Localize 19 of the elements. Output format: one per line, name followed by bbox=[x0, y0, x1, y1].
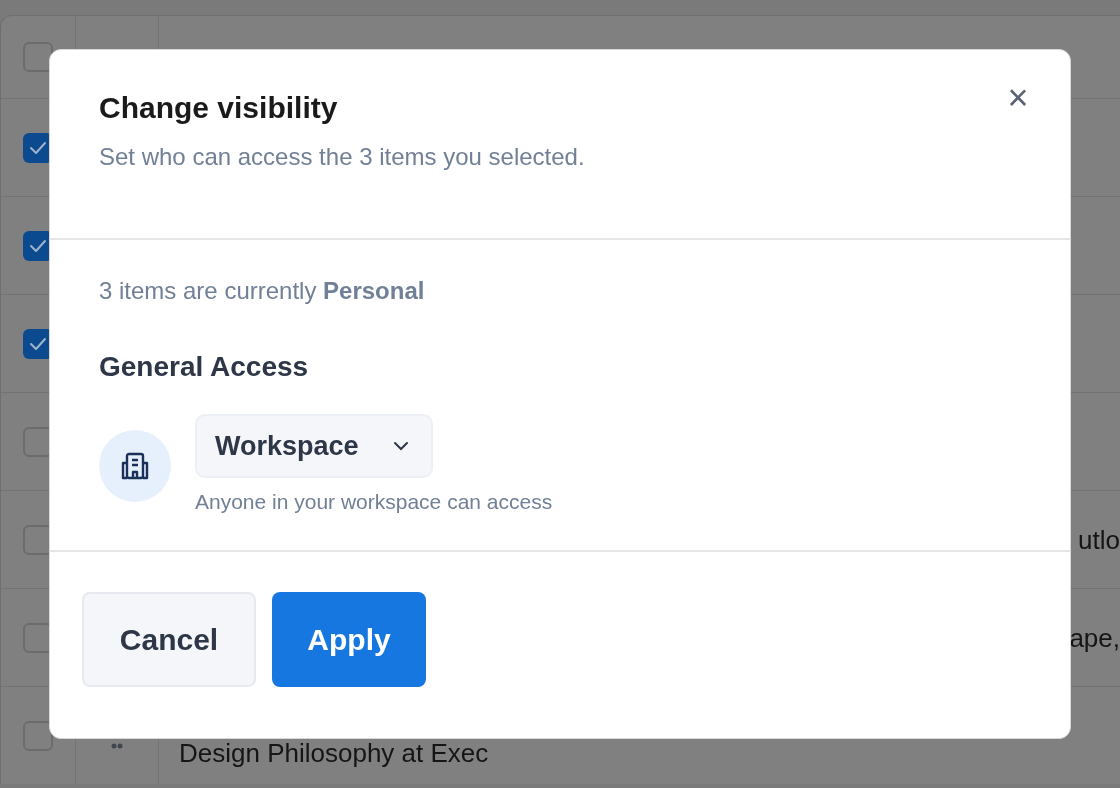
checkbox[interactable] bbox=[23, 42, 53, 72]
current-status-text: 3 items are currently Personal bbox=[99, 276, 426, 306]
row-title: ape, bbox=[1069, 624, 1120, 651]
row-title: utlo bbox=[1078, 526, 1120, 553]
dialog-title: Change visibility bbox=[99, 90, 338, 126]
checkmark-icon bbox=[29, 238, 47, 253]
close-button[interactable]: × bbox=[1000, 80, 1036, 116]
cancel-button[interactable]: Cancel bbox=[82, 592, 256, 687]
drag-handle-icon[interactable] bbox=[111, 741, 123, 750]
checkbox[interactable] bbox=[23, 720, 53, 751]
dialog-description: Set who can access the 3 items you selected. bbox=[99, 142, 586, 172]
access-hint: Anyone in your workspace can access bbox=[195, 489, 553, 515]
row-title: Design Philosophy at Exec bbox=[179, 739, 489, 766]
checkmark-icon bbox=[29, 336, 47, 351]
chevron-down-icon bbox=[393, 441, 409, 451]
section-title: General Access bbox=[99, 350, 310, 384]
access-dropdown[interactable]: Workspace bbox=[195, 414, 433, 478]
checkmark-icon bbox=[29, 140, 47, 155]
apply-button[interactable]: Apply bbox=[272, 592, 426, 687]
